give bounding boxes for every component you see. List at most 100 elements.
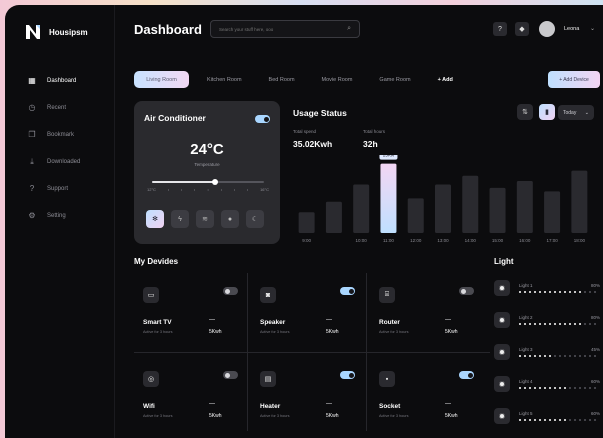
usage-bar[interactable] (407, 198, 424, 233)
device-active-time: Active for 3 hours (379, 414, 409, 418)
temperature-slider[interactable] (152, 179, 264, 185)
usage-bar[interactable] (462, 175, 479, 233)
device-active-time: Active for 3 hours (379, 330, 409, 334)
brightness-slider[interactable] (519, 355, 596, 357)
mode-cool-button[interactable]: ✻ (146, 210, 164, 228)
help-button[interactable]: ? (493, 22, 507, 36)
usage-bar[interactable] (298, 212, 315, 233)
clock-icon: ◷ (28, 103, 36, 112)
device-toggle[interactable] (223, 371, 238, 379)
device-card-heater[interactable]: ▤ Heater Active for 3 hours — 5Kwh (251, 357, 361, 427)
tab-kitchen-room[interactable]: Kitchen Room (198, 71, 251, 88)
device-toggle[interactable] (459, 287, 474, 295)
usage-bar[interactable] (380, 163, 397, 233)
light-percent: 60% (590, 411, 600, 416)
mode-power-button[interactable]: ϟ (171, 210, 189, 228)
device-card-speaker[interactable]: ◙ Speaker Active for 3 hours — 5Kwh (251, 273, 361, 343)
device-toggle[interactable] (459, 371, 474, 379)
usage-bar[interactable] (544, 191, 561, 233)
sidebar-item-downloaded[interactable]: ⤓ Downloaded (27, 148, 80, 175)
device-usage-dash: — (326, 401, 332, 407)
tab-bed-room[interactable]: Bed Room (260, 71, 304, 88)
sidebar-item-dashboard[interactable]: ▦ Dashboard (27, 67, 80, 94)
x-tick-label: 12:00 (410, 238, 422, 243)
chevron-down-icon[interactable]: ⌄ (590, 25, 595, 32)
wind-icon: ≋ (202, 216, 208, 223)
light-row[interactable]: ✹ Light 3 45% (494, 344, 602, 372)
usage-bar[interactable] (353, 184, 370, 233)
device-toggle[interactable] (340, 287, 355, 295)
usage-bar[interactable] (516, 181, 533, 233)
search-icon[interactable]: ⌕ (347, 25, 351, 33)
device-card-wifi[interactable]: ◎ Wifi Active for 3 hours — 5Kwh (134, 357, 244, 427)
usage-bar[interactable] (435, 184, 451, 233)
chevron-down-icon: ⌄ (584, 109, 589, 116)
ac-modes: ✻ ϟ ≋ ● ☾ (146, 210, 264, 228)
light-name: Light 3 (519, 347, 533, 352)
bookmark-icon: ❐ (28, 130, 36, 139)
search-input[interactable] (219, 26, 319, 32)
x-tick-label: 16:00 (519, 238, 531, 243)
period-value: Today (563, 109, 577, 116)
usage-options-button[interactable]: ⇅ (517, 104, 533, 120)
mode-dry-button[interactable]: ● (221, 210, 239, 228)
logo[interactable]: Housipsm (25, 24, 88, 40)
sun-icon: ✹ (494, 408, 510, 424)
room-tabs: Living Room Kitchen Room Bed Room Movie Roo… (134, 71, 471, 88)
x-tick-label: 15:00 (492, 238, 504, 243)
device-card-socket[interactable]: ▪ Socket Active for 3 hours — 5Kwh (370, 357, 480, 427)
light-title: Light (494, 257, 514, 266)
tab-game-room[interactable]: Game Room (370, 71, 419, 88)
page-title: Dashboard (134, 22, 202, 37)
sidebar-item-label: Downloaded (47, 158, 81, 165)
device-toggle[interactable] (223, 287, 238, 295)
x-tick-label: 10:00 (356, 238, 368, 243)
device-active-time: Active for 3 hours (143, 330, 173, 334)
add-room-tab[interactable]: + Add (429, 71, 462, 88)
device-toggle[interactable] (340, 371, 355, 379)
period-select[interactable]: Today ⌄ (558, 105, 594, 120)
mode-night-button[interactable]: ☾ (246, 210, 264, 228)
notification-button[interactable]: ◆ (515, 22, 529, 36)
sidebar-item-setting[interactable]: ⚙ Setting (27, 202, 80, 229)
avatar[interactable] (539, 21, 555, 37)
light-row[interactable]: ✹ Light 1 80% (494, 280, 602, 308)
sidebar-item-bookmark[interactable]: ❐ Bookmark (27, 121, 80, 148)
add-device-button[interactable]: + Add Device (548, 71, 600, 88)
light-row[interactable]: ✹ Light 5 60% (494, 408, 602, 436)
device-name: Router (379, 319, 400, 326)
ac-power-toggle[interactable] (255, 115, 270, 123)
brightness-slider[interactable] (519, 387, 596, 389)
usage-bar[interactable] (489, 187, 506, 233)
device-card-router[interactable]: ⌸ Router Active for 3 hours — 5Kwh (370, 273, 480, 343)
device-usage: 5Kwh (209, 413, 222, 419)
user-name[interactable]: Leona (564, 26, 579, 32)
tab-movie-room[interactable]: Movie Room (313, 71, 362, 88)
brightness-slider[interactable] (519, 323, 596, 325)
chart-view-button[interactable]: ▮ (539, 104, 555, 120)
usage-bar[interactable] (571, 170, 588, 233)
brightness-slider[interactable] (519, 419, 596, 421)
x-tick-label: 17:00 (546, 238, 558, 243)
gear-icon: ⚙ (28, 211, 36, 220)
device-card-smart-tv[interactable]: ▭ Smart TV Active for 3 hours — 5Kwh (134, 273, 244, 343)
device-usage-dash: — (445, 401, 451, 407)
brightness-slider[interactable] (519, 291, 596, 293)
device-usage-dash: — (209, 317, 215, 323)
search-box[interactable]: ⌕ (210, 20, 360, 38)
bar-chart-icon: ▮ (545, 109, 549, 116)
tab-living-room[interactable]: Living Room (134, 71, 189, 88)
x-tick-label: 13:00 (437, 238, 449, 243)
heater-icon: ▤ (260, 371, 276, 387)
device-active-time: Active for 3 hours (260, 330, 290, 334)
usage-bar[interactable] (325, 201, 342, 233)
sidebar-item-recent[interactable]: ◷ Recent (27, 94, 80, 121)
light-row[interactable]: ✹ Light 4 60% (494, 376, 602, 404)
mode-fan-button[interactable]: ≋ (196, 210, 214, 228)
slider-handle[interactable] (211, 179, 218, 185)
light-row[interactable]: ✹ Light 2 80% (494, 312, 602, 340)
x-tick-label: 14:00 (465, 238, 477, 243)
x-tick-label: 11:00 (383, 238, 394, 243)
help-icon: ? (29, 184, 35, 193)
sidebar-item-support[interactable]: ? Support (27, 175, 80, 202)
